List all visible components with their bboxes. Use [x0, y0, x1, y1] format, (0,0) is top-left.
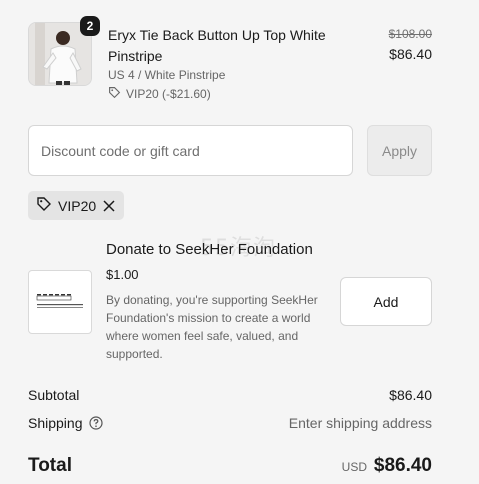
close-icon[interactable] [102, 199, 116, 213]
product-variant: US 4 / White Pinstripe [108, 68, 226, 82]
product-discount-label: VIP20 (-$21.60) [126, 87, 211, 101]
shipping-row: Shipping [28, 415, 103, 431]
total-currency: USD [341, 460, 367, 474]
product-thumbnail: 2 [28, 16, 100, 86]
help-circle-icon[interactable] [88, 416, 103, 430]
shipping-value: Enter shipping address [288, 415, 432, 431]
applied-code-chip: VIP20 [28, 191, 125, 220]
subtotal-label: Subtotal [28, 387, 80, 403]
donation-title: Donate to SeekHer Foundation [106, 241, 313, 258]
original-price: $108.00 [388, 27, 432, 41]
donation-description: By donating, you're supporting SeekHer F… [106, 293, 318, 361]
current-price: $86.40 [389, 46, 432, 62]
total-label: Total [28, 455, 72, 476]
applied-code-label: VIP20 [58, 197, 97, 214]
shipping-label: Shipping [28, 415, 83, 431]
product-discount: VIP20 (-$21.60) [108, 86, 211, 102]
quantity-badge: 2 [80, 16, 100, 36]
apply-button[interactable]: Apply [367, 125, 432, 176]
donation-amount: $1.00 [106, 267, 139, 282]
donation-add-button[interactable]: Add [340, 277, 432, 326]
subtotal-value: $86.40 [389, 387, 432, 403]
product-title: Eryx Tie Back Button Up Top White Pinstr… [108, 27, 326, 64]
discount-code-input[interactable] [28, 125, 353, 176]
tag-icon [36, 196, 52, 215]
tag-icon [108, 86, 121, 102]
total-value: $86.40 [373, 455, 432, 476]
donation-logo [28, 270, 92, 334]
